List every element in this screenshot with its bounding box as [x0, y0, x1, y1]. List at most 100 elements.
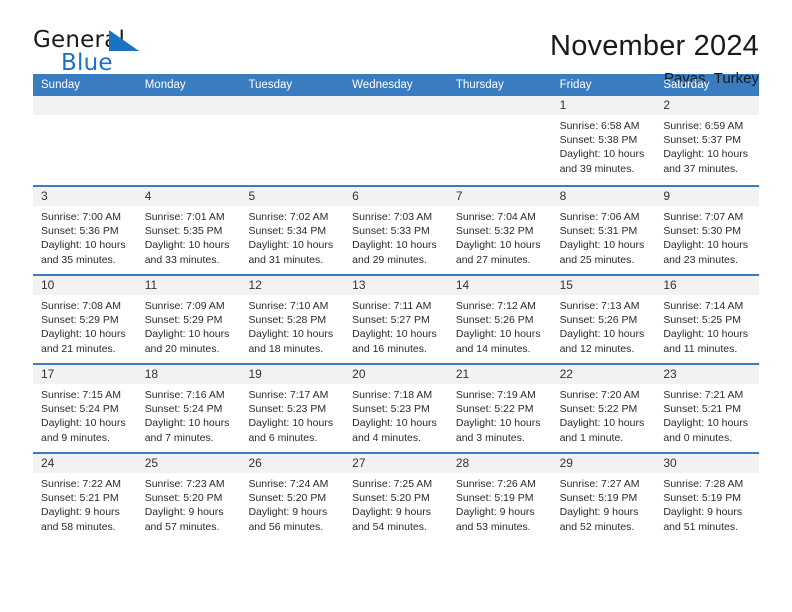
day-number: 11 — [136, 276, 241, 295]
calendar-day-cell[interactable]: 27 Sunrise: 7:25 AM Sunset: 5:20 PM Dayligh… — [344, 454, 448, 541]
calendar-day-cell[interactable]: 15 Sunrise: 7:13 AM Sunset: 5:26 PM Dayligh… — [551, 276, 656, 363]
calendar-day-cell[interactable]: 16 Sunrise: 7:14 AM Sunset: 5:25 PM Dayligh… — [655, 276, 760, 363]
calendar-day-cell[interactable]: 26 Sunrise: 7:24 AM Sunset: 5:20 PM Dayligh… — [240, 454, 345, 541]
calendar-day-cell[interactable]: 9 Sunrise: 7:07 AM Sunset: 5:30 PM Daylight… — [655, 187, 760, 274]
day-number: 16 — [655, 276, 760, 295]
sunset-text: Sunset: 5:21 PM — [41, 492, 119, 505]
calendar-day-cell[interactable]: 5 Sunrise: 7:02 AM Sunset: 5:34 PM Daylight… — [240, 187, 345, 274]
sunrise-text: Sunrise: 7:25 AM — [352, 478, 433, 490]
daylight-text-line1: Daylight: 10 hours — [41, 328, 126, 341]
calendar-day-cell[interactable]: 7 Sunrise: 7:04 AM Sunset: 5:32 PM Daylight… — [447, 187, 552, 274]
sunrise-text: Sunrise: 7:07 AM — [663, 211, 744, 223]
sunset-text: Sunset: 5:29 PM — [144, 314, 223, 327]
day-number — [447, 96, 552, 115]
sunset-text: Sunset: 5:24 PM — [41, 403, 119, 416]
calendar-day-cell[interactable]: 1 Sunrise: 6:58 AM Sunset: 5:38 PM Daylight… — [551, 96, 656, 185]
day-details: Sunrise: 7:19 AM Sunset: 5:22 PM Daylight:… — [448, 384, 552, 445]
calendar-day-cell[interactable]: 23 Sunrise: 7:21 AM Sunset: 5:21 PM Dayligh… — [655, 365, 760, 452]
calendar-week-row: 17 Sunrise: 7:15 AM Sunset: 5:24 PM Dayligh… — [33, 363, 760, 452]
day-number: 8 — [551, 187, 656, 206]
day-number: 29 — [551, 454, 656, 473]
daylight-text-line2: and 7 minutes. — [144, 431, 214, 444]
calendar-body: 1 Sunrise: 6:58 AM Sunset: 5:38 PM Daylight… — [33, 96, 760, 541]
day-number — [33, 96, 137, 115]
daylight-text-line2: and 20 minutes. — [144, 342, 220, 355]
daylight-text-line2: and 53 minutes. — [455, 520, 531, 533]
daylight-text-line2: and 52 minutes. — [559, 520, 635, 533]
sunset-text: Sunset: 5:26 PM — [455, 314, 534, 327]
calendar-day-cell[interactable]: 6 Sunrise: 7:03 AM Sunset: 5:33 PM Daylight… — [344, 187, 448, 274]
daylight-text-line2: and 11 minutes. — [663, 342, 738, 355]
general-blue-logo[interactable]: General Blue — [33, 27, 153, 79]
sunrise-text: Sunrise: 7:18 AM — [352, 389, 433, 401]
day-details: Sunrise: 6:58 AM Sunset: 5:38 PM Daylight:… — [552, 115, 656, 176]
page-header: General Blue November 2024 Payas, Turkey — [33, 0, 759, 87]
calendar-day-cell[interactable]: 8 Sunrise: 7:06 AM Sunset: 5:31 PM Daylight… — [551, 187, 656, 274]
day-details: Sunrise: 7:04 AM Sunset: 5:32 PM Daylight:… — [448, 206, 552, 267]
sunrise-text: Sunrise: 7:02 AM — [248, 211, 329, 223]
daylight-text-line2: and 58 minutes. — [41, 520, 116, 533]
day-details: Sunrise: 7:20 AM Sunset: 5:22 PM Daylight:… — [552, 384, 656, 445]
day-number: 10 — [33, 276, 137, 295]
sunset-text: Sunset: 5:19 PM — [663, 492, 741, 505]
calendar-day-cell[interactable]: 19 Sunrise: 7:17 AM Sunset: 5:23 PM Dayligh… — [240, 365, 345, 452]
calendar-day-cell[interactable]: 14 Sunrise: 7:12 AM Sunset: 5:26 PM Dayligh… — [447, 276, 552, 363]
calendar-day-cell[interactable]: 3 Sunrise: 7:00 AM Sunset: 5:36 PM Daylight… — [33, 187, 137, 274]
sunrise-text: Sunrise: 7:03 AM — [352, 211, 433, 223]
day-number — [240, 96, 345, 115]
daylight-text-line1: Daylight: 10 hours — [352, 417, 437, 430]
calendar-day-cell[interactable]: 30 Sunrise: 7:28 AM Sunset: 5:19 PM Dayligh… — [655, 454, 760, 541]
daylight-text-line1: Daylight: 10 hours — [663, 417, 748, 430]
calendar-day-cell-empty — [344, 96, 448, 185]
calendar-day-cell[interactable]: 24 Sunrise: 7:22 AM Sunset: 5:21 PM Dayligh… — [33, 454, 137, 541]
daylight-text-line2: and 0 minutes. — [663, 431, 733, 444]
calendar-day-cell-empty — [136, 96, 241, 185]
calendar-day-cell[interactable]: 20 Sunrise: 7:18 AM Sunset: 5:23 PM Dayligh… — [344, 365, 448, 452]
sunrise-text: Sunrise: 7:17 AM — [248, 389, 329, 401]
sunset-text: Sunset: 5:22 PM — [455, 403, 534, 416]
daylight-text-line1: Daylight: 9 hours — [41, 506, 120, 519]
calendar-day-cell[interactable]: 4 Sunrise: 7:01 AM Sunset: 5:35 PM Daylight… — [136, 187, 241, 274]
daylight-text-line2: and 35 minutes. — [41, 253, 116, 266]
calendar-day-cell[interactable]: 10 Sunrise: 7:08 AM Sunset: 5:29 PM Dayligh… — [33, 276, 137, 363]
calendar-day-cell[interactable]: 28 Sunrise: 7:26 AM Sunset: 5:19 PM Dayligh… — [447, 454, 552, 541]
day-details: Sunrise: 7:22 AM Sunset: 5:21 PM Daylight:… — [33, 473, 137, 534]
daylight-text-line1: Daylight: 10 hours — [455, 239, 541, 252]
calendar-day-cell[interactable]: 2 Sunrise: 6:59 AM Sunset: 5:37 PM Daylight… — [655, 96, 760, 185]
sunset-text: Sunset: 5:24 PM — [144, 403, 223, 416]
sunset-text: Sunset: 5:29 PM — [41, 314, 119, 327]
calendar-day-cell[interactable]: 11 Sunrise: 7:09 AM Sunset: 5:29 PM Dayligh… — [136, 276, 241, 363]
calendar-day-cell[interactable]: 22 Sunrise: 7:20 AM Sunset: 5:22 PM Dayligh… — [551, 365, 656, 452]
daylight-text-line2: and 4 minutes. — [352, 431, 422, 444]
day-number: 30 — [655, 454, 760, 473]
calendar-day-cell[interactable]: 13 Sunrise: 7:11 AM Sunset: 5:27 PM Dayligh… — [344, 276, 448, 363]
calendar-day-cell[interactable]: 17 Sunrise: 7:15 AM Sunset: 5:24 PM Dayligh… — [33, 365, 137, 452]
calendar-day-cell[interactable]: 25 Sunrise: 7:23 AM Sunset: 5:20 PM Dayligh… — [136, 454, 241, 541]
sunrise-text: Sunrise: 7:27 AM — [559, 478, 640, 490]
calendar-day-cell[interactable]: 29 Sunrise: 7:27 AM Sunset: 5:19 PM Dayligh… — [551, 454, 656, 541]
daylight-text-line1: Daylight: 10 hours — [352, 328, 437, 341]
sunrise-text: Sunrise: 7:10 AM — [248, 300, 329, 312]
sunrise-text: Sunrise: 6:58 AM — [559, 120, 640, 132]
daylight-text-line2: and 39 minutes. — [559, 162, 635, 175]
calendar-table: Sunday Monday Tuesday Wednesday Thursday… — [33, 74, 760, 541]
daylight-text-line1: Daylight: 10 hours — [455, 417, 541, 430]
calendar-day-cell[interactable]: 12 Sunrise: 7:10 AM Sunset: 5:28 PM Dayligh… — [240, 276, 345, 363]
calendar-day-cell[interactable]: 21 Sunrise: 7:19 AM Sunset: 5:22 PM Dayligh… — [447, 365, 552, 452]
daylight-text-line1: Daylight: 10 hours — [144, 328, 230, 341]
sunrise-text: Sunrise: 7:22 AM — [41, 478, 121, 490]
daylight-text-line1: Daylight: 10 hours — [144, 417, 230, 430]
sunset-text: Sunset: 5:35 PM — [144, 225, 223, 238]
calendar-day-cell[interactable]: 18 Sunrise: 7:16 AM Sunset: 5:24 PM Dayligh… — [136, 365, 241, 452]
daylight-text-line2: and 33 minutes. — [144, 253, 220, 266]
daylight-text-line2: and 37 minutes. — [663, 162, 739, 175]
day-details: Sunrise: 7:28 AM Sunset: 5:19 PM Daylight:… — [655, 473, 759, 534]
sunrise-text: Sunrise: 7:24 AM — [248, 478, 329, 490]
calendar-page: General Blue November 2024 Payas, Turkey… — [0, 0, 792, 612]
day-number: 19 — [240, 365, 345, 384]
sunset-text: Sunset: 5:19 PM — [559, 492, 638, 505]
day-number: 6 — [344, 187, 448, 206]
daylight-text-line2: and 9 minutes. — [41, 431, 110, 444]
sunrise-text: Sunrise: 7:26 AM — [455, 478, 536, 490]
daylight-text-line2: and 21 minutes. — [41, 342, 116, 355]
